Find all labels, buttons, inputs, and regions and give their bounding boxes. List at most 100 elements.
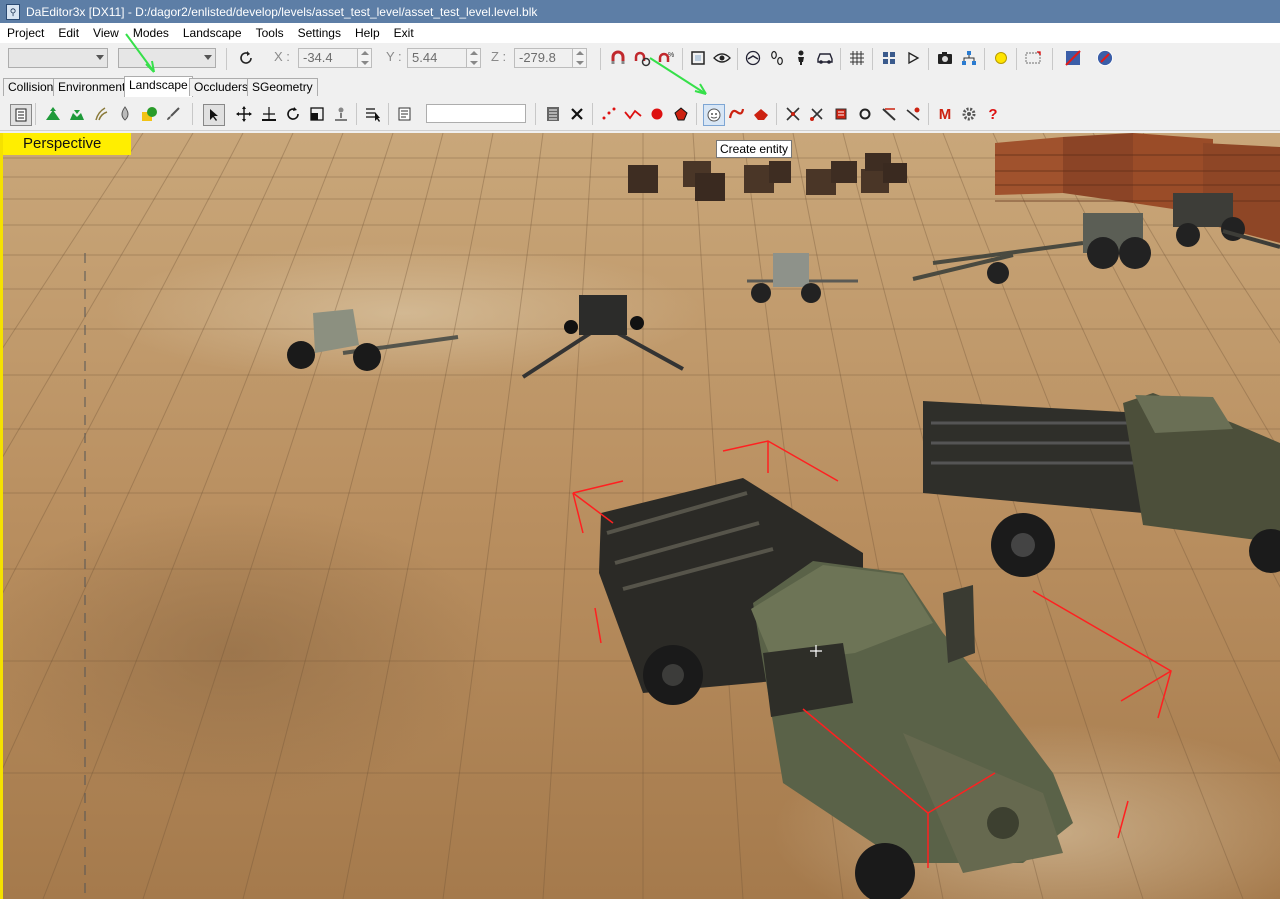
toolbar-separator xyxy=(192,103,193,125)
grass-icon[interactable] xyxy=(91,104,111,124)
delete-icon[interactable] xyxy=(567,104,587,124)
network-icon[interactable] xyxy=(959,48,979,68)
editor-app-icon: ⚲ xyxy=(6,3,20,20)
spline-create-icon[interactable] xyxy=(727,104,747,124)
toolbar-separator xyxy=(535,103,536,125)
tiles-icon[interactable] xyxy=(879,48,899,68)
grid-icon[interactable] xyxy=(847,48,867,68)
magnet-wheel-icon[interactable] xyxy=(632,48,652,68)
spline-icon[interactable] xyxy=(623,104,643,124)
chevron-down-icon xyxy=(96,55,104,60)
create-entity-icon[interactable] xyxy=(703,104,725,126)
toolbar-separator xyxy=(592,103,593,125)
tab-sgeometry[interactable]: SGeometry xyxy=(247,78,318,96)
move-surface-icon[interactable] xyxy=(259,104,279,124)
toolbar-separator xyxy=(682,48,683,70)
compass-icon[interactable] xyxy=(1095,48,1115,68)
bookmark-icon[interactable] xyxy=(831,104,851,124)
eye-icon[interactable] xyxy=(712,48,732,68)
select-arrow-icon[interactable] xyxy=(203,104,225,126)
frame-icon[interactable] xyxy=(1023,48,1043,68)
camera-icon[interactable] xyxy=(935,48,955,68)
scale-icon[interactable] xyxy=(307,104,327,124)
list-icon[interactable] xyxy=(543,104,563,124)
zoom-extents-icon[interactable] xyxy=(688,48,708,68)
tab-landscape[interactable]: Landscape xyxy=(124,76,193,97)
menu-tools[interactable]: Tools xyxy=(249,23,291,43)
refresh-icon[interactable] xyxy=(236,48,256,68)
polygon-create-icon[interactable] xyxy=(751,104,771,124)
no-render-icon[interactable] xyxy=(1063,48,1083,68)
menu-landscape[interactable]: Landscape xyxy=(176,23,249,43)
cut-icon[interactable] xyxy=(807,104,827,124)
help-icon[interactable]: ? xyxy=(983,104,1003,124)
viewport-label[interactable]: Perspective xyxy=(3,133,131,155)
menu-view[interactable]: View xyxy=(86,23,126,43)
select-by-name-icon[interactable] xyxy=(363,104,383,124)
x-coord-spinner[interactable] xyxy=(357,48,372,68)
layers-icon[interactable] xyxy=(10,104,32,126)
point-icon[interactable] xyxy=(647,104,667,124)
menu-exit[interactable]: Exit xyxy=(387,23,421,43)
water-drop-icon[interactable] xyxy=(115,104,135,124)
main-toolbar: X : -34.4 Y : 5.44 Z : -279.8 % xyxy=(0,43,1280,75)
toolbar-separator xyxy=(1016,48,1017,70)
landscape-toolbar: M ? xyxy=(0,99,1280,131)
window-title: DaEditor3x [DX11] - D:/dagor2/enlisted/d… xyxy=(26,4,538,19)
magnet-settings-icon[interactable]: % xyxy=(656,48,676,68)
tree-icon[interactable] xyxy=(139,104,159,124)
m-icon[interactable]: M xyxy=(935,104,955,124)
gear-icon[interactable] xyxy=(959,104,979,124)
menu-settings[interactable]: Settings xyxy=(291,23,348,43)
y-coord-field[interactable]: 5.44 xyxy=(407,48,471,68)
ruler-icon[interactable] xyxy=(879,104,899,124)
mode-combo[interactable] xyxy=(8,48,108,68)
toolbar-separator xyxy=(226,48,227,70)
toolbar-separator xyxy=(696,103,697,125)
circle-icon[interactable] xyxy=(855,104,875,124)
menu-help[interactable]: Help xyxy=(348,23,387,43)
tab-environment[interactable]: Environment xyxy=(53,78,131,96)
x-coord-label: X : xyxy=(274,49,290,64)
menu-bar: Project Edit View Modes Landscape Tools … xyxy=(0,23,1280,43)
x-coord-field[interactable]: -34.4 xyxy=(298,48,362,68)
character-icon[interactable] xyxy=(791,48,811,68)
perspective-viewport[interactable]: Perspective xyxy=(0,133,1280,899)
toolbar-separator xyxy=(776,103,777,125)
viewport-scene xyxy=(3,133,1280,899)
drop-to-ground-icon[interactable] xyxy=(331,104,351,124)
navigation-icon[interactable] xyxy=(743,48,763,68)
terrain-down-icon[interactable] xyxy=(67,104,87,124)
menu-project[interactable]: Project xyxy=(0,23,51,43)
toolbar-separator xyxy=(600,48,601,70)
chevron-down-icon xyxy=(204,55,212,60)
car-icon[interactable] xyxy=(815,48,835,68)
toolbar-separator xyxy=(356,103,357,125)
spline-points-icon[interactable] xyxy=(599,104,619,124)
object-search-input[interactable] xyxy=(426,104,526,123)
z-coord-field[interactable]: -279.8 xyxy=(514,48,578,68)
tab-collision[interactable]: Collision xyxy=(3,78,59,96)
split-icon[interactable] xyxy=(903,104,923,124)
footprints-icon[interactable] xyxy=(767,48,787,68)
play-icon[interactable] xyxy=(903,48,923,68)
menu-modes[interactable]: Modes xyxy=(126,23,176,43)
sun-icon[interactable] xyxy=(991,48,1011,68)
rotate-icon[interactable] xyxy=(283,104,303,124)
create-entity-tooltip: Create entity xyxy=(716,140,793,158)
window-titlebar: ⚲ DaEditor3x [DX11] - D:/dagor2/enlisted… xyxy=(0,0,1280,23)
move-icon[interactable] xyxy=(234,104,254,124)
properties-icon[interactable] xyxy=(395,104,415,124)
crossroad-icon[interactable] xyxy=(783,104,803,124)
camera-combo[interactable] xyxy=(118,48,216,68)
toolbar-separator xyxy=(1052,48,1053,70)
toolbar-separator xyxy=(928,48,929,70)
tab-occluders[interactable]: Occluders xyxy=(189,78,254,96)
menu-edit[interactable]: Edit xyxy=(51,23,86,43)
polygon-icon[interactable] xyxy=(671,104,691,124)
magnet-icon[interactable] xyxy=(608,48,628,68)
brush-icon[interactable] xyxy=(163,104,183,124)
y-coord-spinner[interactable] xyxy=(466,48,481,68)
terrain-up-icon[interactable] xyxy=(43,104,63,124)
z-coord-spinner[interactable] xyxy=(572,48,587,68)
